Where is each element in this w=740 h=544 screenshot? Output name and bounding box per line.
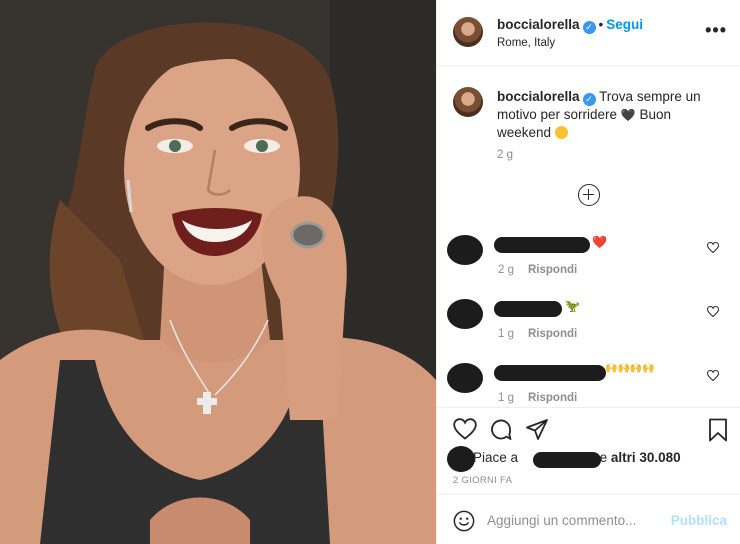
add-comment-bar: Pubblica — [437, 494, 740, 544]
comment-emoji: 🦖 — [565, 299, 580, 313]
plus-circle-icon[interactable] — [578, 184, 600, 206]
caption-avatar[interactable] — [453, 87, 483, 117]
comment-input[interactable] — [487, 507, 667, 533]
comment-meta: 2 g Rispondi — [498, 264, 577, 276]
comment-time[interactable]: 1 g — [498, 328, 514, 340]
comment-emoji: ❤️ — [592, 235, 607, 249]
smiley-icon[interactable] — [453, 510, 475, 532]
caption-text: boccialorella ✓ Trova sempre un motivo pe… — [497, 88, 727, 141]
comment-time[interactable]: 1 g — [498, 392, 514, 404]
comment-like-heart-icon[interactable] — [707, 370, 719, 381]
post-location[interactable]: Rome, Italy — [497, 37, 555, 49]
verified-badge-icon: ✓ — [582, 93, 596, 106]
likes-prefix: Piace a — [473, 450, 519, 465]
post-age[interactable]: 2 GIORNI FA — [453, 475, 512, 486]
publish-button[interactable]: Pubblica — [671, 513, 727, 528]
post-header: boccialorella ✓ • Segui Rome, Italy ••• — [437, 0, 740, 66]
comment-icon[interactable] — [489, 418, 513, 442]
comment-meta: 1 g Rispondi — [498, 328, 577, 340]
portrait-image — [0, 0, 436, 544]
redacted-comment-text — [494, 365, 606, 381]
author-avatar[interactable] — [453, 17, 483, 47]
reply-button[interactable]: Rispondi — [528, 392, 577, 404]
separator-dot: • — [598, 17, 604, 32]
likes-others-count[interactable]: altri 30.080 — [611, 450, 681, 465]
redacted-comment-text — [494, 301, 562, 317]
comment-emoji: 🙌🙌🙌🙌 — [605, 363, 655, 374]
comment-item: ❤️ 2 g Rispondi — [437, 235, 740, 295]
post-photo[interactable] — [0, 0, 436, 544]
comment-avatar[interactable] — [447, 363, 483, 393]
verified-badge-icon: ✓ — [582, 21, 596, 34]
smiling-face-emoji — [554, 126, 568, 139]
liker-avatar[interactable] — [447, 446, 475, 472]
comment-avatar[interactable] — [447, 299, 483, 329]
more-options-icon[interactable]: ••• — [705, 20, 727, 41]
caption-username[interactable]: boccialorella — [497, 89, 580, 104]
heart-icon[interactable] — [453, 418, 477, 440]
header-user-line: boccialorella ✓ • Segui — [497, 17, 643, 34]
black-heart-emoji: 🖤 — [620, 108, 636, 122]
comment-time[interactable]: 2 g — [498, 264, 514, 276]
reply-button[interactable]: Rispondi — [528, 328, 577, 340]
comment-avatar[interactable] — [447, 235, 483, 265]
reply-button[interactable]: Rispondi — [528, 264, 577, 276]
post-side-panel: boccialorella ✓ • Segui Rome, Italy ••• boc… — [436, 0, 740, 544]
bookmark-icon[interactable] — [708, 418, 728, 442]
comment-meta: 1 g Rispondi — [498, 392, 577, 404]
comment-item: 🦖 1 g Rispondi — [437, 299, 740, 359]
comment-like-heart-icon[interactable] — [707, 306, 719, 317]
caption-timestamp[interactable]: 2 g — [497, 149, 513, 161]
follow-button[interactable]: Segui — [606, 17, 643, 32]
comment-like-heart-icon[interactable] — [707, 242, 719, 253]
paper-plane-icon[interactable] — [525, 418, 549, 442]
redacted-comment-text — [494, 237, 590, 253]
author-username[interactable]: boccialorella — [497, 17, 580, 32]
redacted-liker-name — [533, 452, 601, 468]
